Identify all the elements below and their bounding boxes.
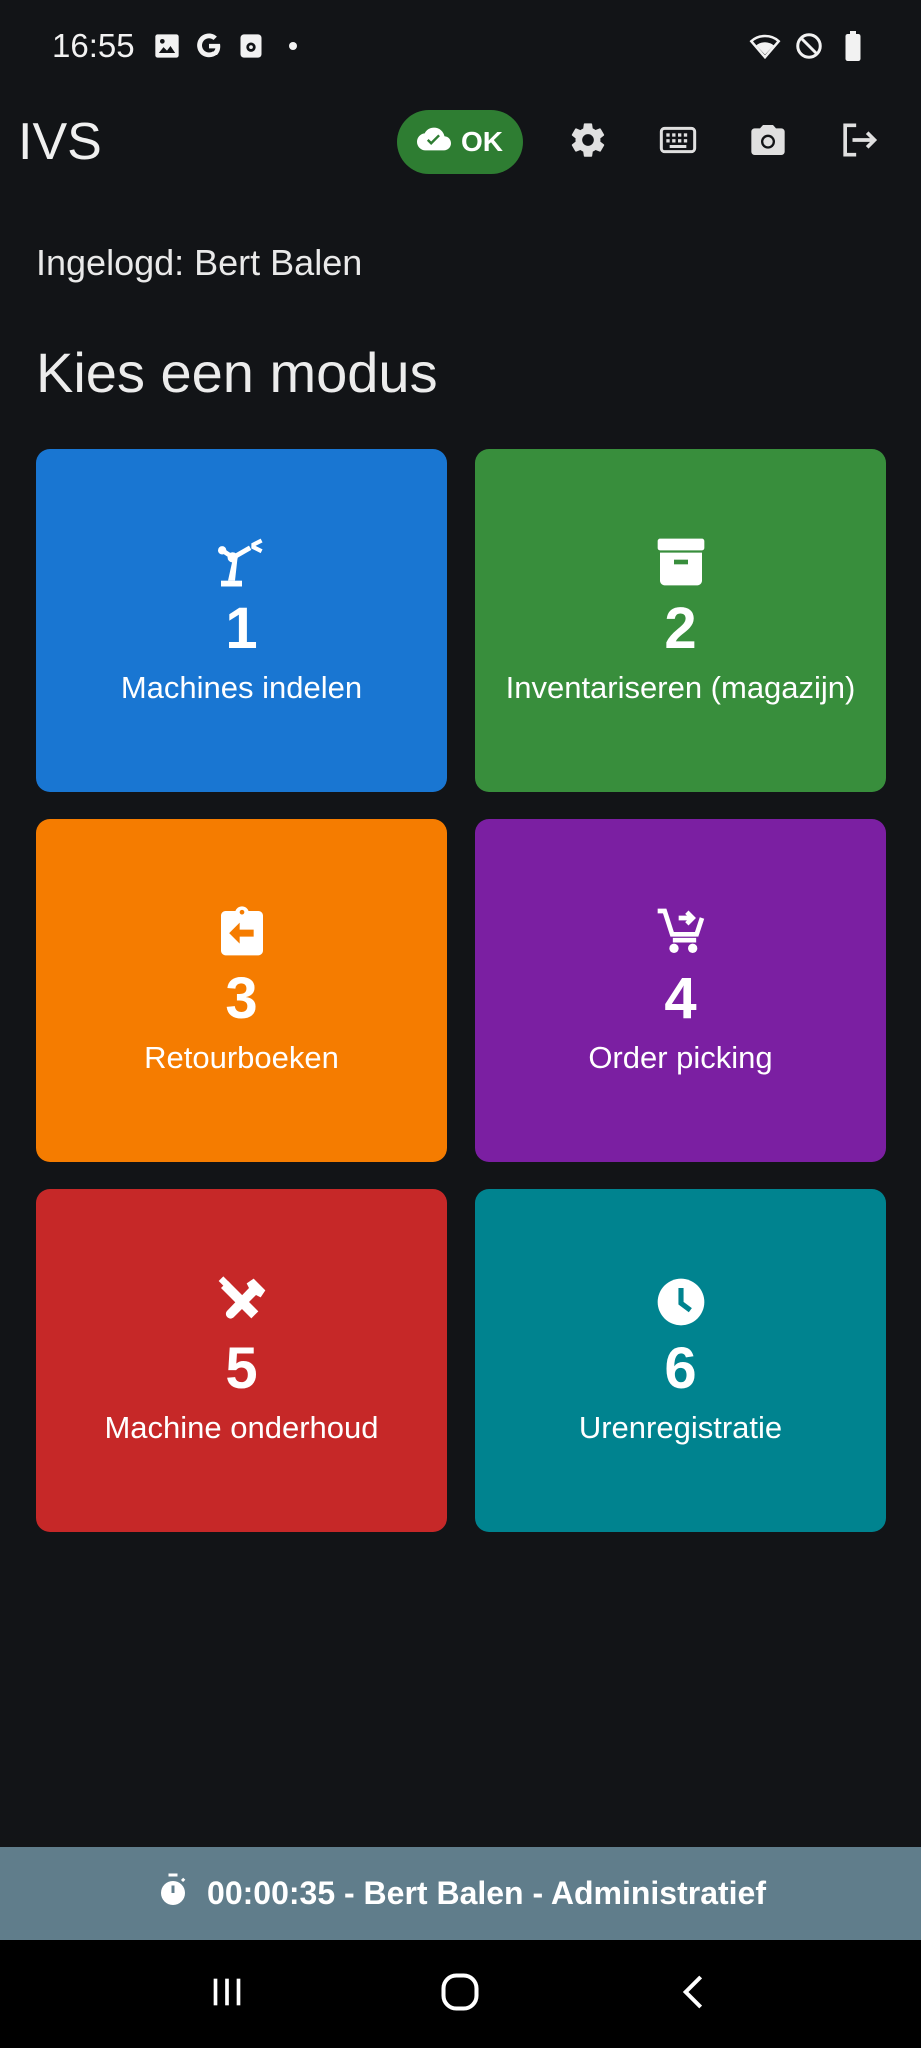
tools-icon <box>214 1274 270 1330</box>
mode-grid: 1 Machines indelen 2 Inventariseren (mag… <box>36 449 886 1532</box>
settings-icon <box>568 120 608 165</box>
logout-button[interactable] <box>813 97 903 187</box>
camera-icon <box>747 120 789 165</box>
recent-apps-button[interactable] <box>187 1954 267 2034</box>
mode-label: Machines indelen <box>120 669 363 705</box>
mode-tile-machines-indelen[interactable]: 1 Machines indelen <box>36 449 447 792</box>
mode-label: Order picking <box>588 1039 773 1075</box>
keyboard-icon <box>656 120 700 165</box>
wifi-icon <box>749 30 781 62</box>
cloud-done-icon <box>417 126 451 159</box>
notification-icons <box>151 30 309 62</box>
mode-tile-machine-onderhoud[interactable]: 5 Machine onderhoud <box>36 1189 447 1532</box>
mode-number: 3 <box>225 965 258 1031</box>
mode-label: Retourboeken <box>144 1039 339 1075</box>
clock-icon <box>653 1274 709 1330</box>
home-button[interactable] <box>420 1954 500 2034</box>
app-icon <box>235 30 267 62</box>
timer-bar[interactable]: 00:00:35 - Bert Balen - Administratief <box>0 1847 921 1940</box>
settings-button[interactable] <box>543 97 633 187</box>
clipboard-return-icon <box>214 904 270 960</box>
archive-box-icon <box>653 534 709 590</box>
sync-status-chip[interactable]: OK <box>397 110 523 174</box>
mode-number: 1 <box>225 595 258 661</box>
mode-tile-urenregistratie[interactable]: 6 Urenregistratie <box>475 1189 886 1532</box>
mode-number: 5 <box>225 1335 258 1401</box>
home-icon <box>438 1970 482 2019</box>
cart-add-icon <box>653 904 709 960</box>
status-time: 16:55 <box>52 27 135 64</box>
mode-tile-retourboeken[interactable]: 3 Retourboeken <box>36 819 447 1162</box>
google-icon <box>193 30 225 62</box>
image-icon <box>151 30 183 62</box>
mode-number: 6 <box>664 1335 697 1401</box>
camera-button[interactable] <box>723 97 813 187</box>
page-title: Kies een modus <box>36 341 438 404</box>
mode-number: 2 <box>664 595 697 661</box>
mode-number: 4 <box>664 965 697 1031</box>
app-bar: IVS OK <box>0 92 921 192</box>
mode-label: Inventariseren (magazijn) <box>505 669 856 705</box>
system-icons <box>749 30 869 62</box>
robot-arm-icon <box>214 534 270 590</box>
mode-label: Urenregistratie <box>578 1409 783 1445</box>
logout-icon <box>836 118 880 167</box>
system-nav-bar <box>0 1940 921 2048</box>
app-title: IVS <box>18 113 102 171</box>
back-icon <box>674 1972 714 2017</box>
do-not-disturb-icon <box>793 30 825 62</box>
battery-icon <box>837 30 869 62</box>
timer-text: 00:00:35 - Bert Balen - Administratief <box>207 1875 766 1911</box>
mode-label: Machine onderhoud <box>104 1409 379 1445</box>
status-bar: 16:55 <box>0 0 921 92</box>
sync-status-label: OK <box>461 126 503 157</box>
app-bar-actions: OK <box>397 97 903 187</box>
logged-in-text: Ingelogd: Bert Balen <box>36 242 363 283</box>
back-button[interactable] <box>654 1954 734 2034</box>
keyboard-button[interactable] <box>633 97 723 187</box>
mode-tile-order-picking[interactable]: 4 Order picking <box>475 819 886 1162</box>
stopwatch-icon <box>155 1871 191 1917</box>
recent-apps-icon <box>207 1972 247 2017</box>
dot-icon <box>277 30 309 62</box>
mode-tile-inventariseren[interactable]: 2 Inventariseren (magazijn) <box>475 449 886 792</box>
